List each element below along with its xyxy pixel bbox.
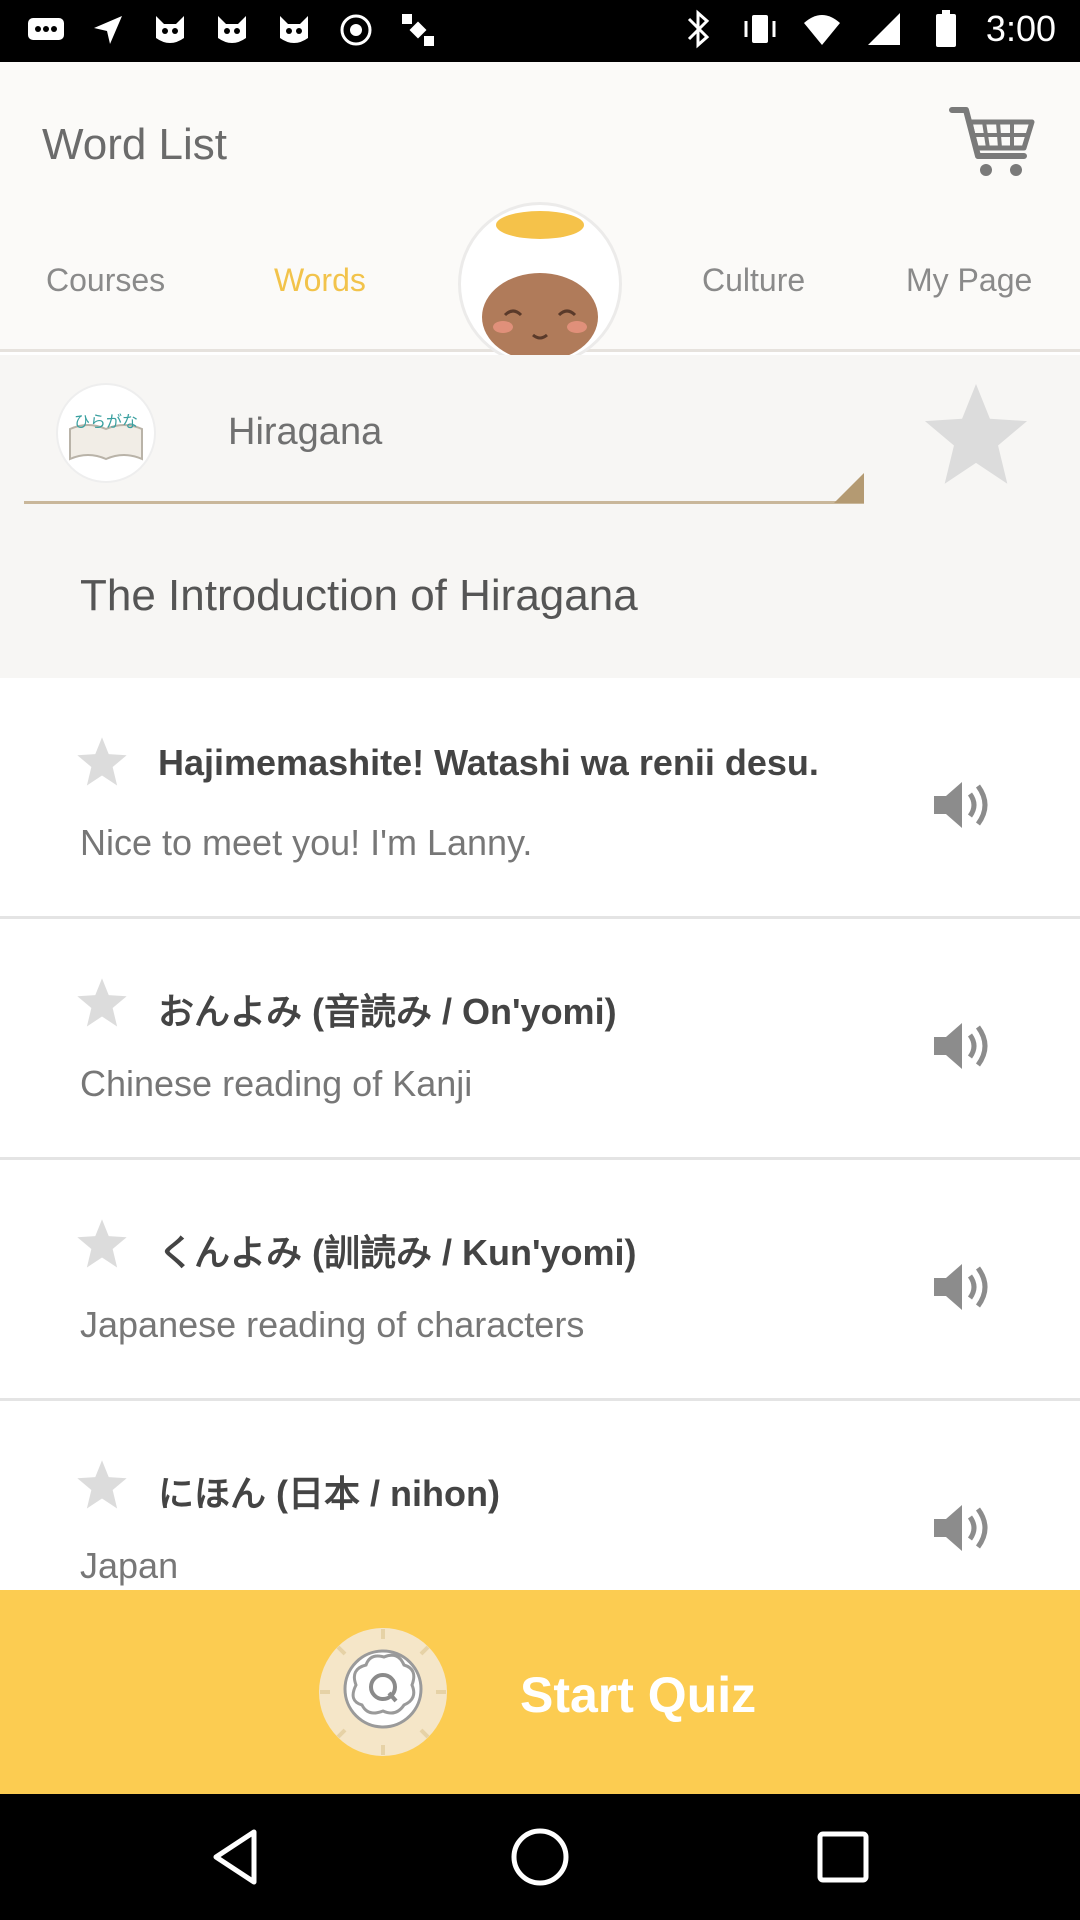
cart-button[interactable]	[948, 102, 1038, 182]
category-badge: ひらがな	[56, 383, 156, 483]
quiz-brain-icon	[316, 1625, 450, 1759]
category-select[interactable]: Hiragana	[228, 411, 382, 454]
status-bar: 3:00	[0, 0, 1080, 62]
status-left-icons	[24, 10, 440, 50]
cat-icon	[210, 10, 254, 50]
category-badge-text: ひらがな	[74, 412, 138, 431]
battery-icon	[924, 9, 968, 49]
star-icon	[924, 383, 1028, 484]
location-dot-icon	[334, 10, 378, 50]
star-icon[interactable]	[74, 1457, 130, 1513]
item-title: くんよみ (訓読み / Kun'yomi)	[158, 1232, 637, 1273]
page-title: Word List	[42, 120, 228, 169]
speaker-icon[interactable]	[928, 1252, 998, 1322]
status-time: 3:00	[985, 8, 1056, 49]
chat-icon	[24, 10, 68, 50]
vibrate-icon	[738, 9, 782, 49]
tab-my-page[interactable]: My Page	[906, 262, 1032, 299]
list-item[interactable]: Hajimemashite! Watashi wa renii desu. Ni…	[0, 678, 1080, 919]
dropdown-triangle-icon[interactable]	[834, 473, 864, 503]
home-icon[interactable]	[507, 1824, 573, 1890]
item-title: Hajimemashite! Watashi wa renii desu.	[158, 742, 819, 783]
tab-words[interactable]: Words	[274, 262, 366, 299]
speaker-icon[interactable]	[928, 1493, 998, 1563]
wifi-icon	[800, 9, 844, 49]
favorite-star-button[interactable]	[918, 377, 1034, 493]
signal-icon	[862, 9, 906, 49]
tab-courses[interactable]: Courses	[46, 262, 165, 299]
start-quiz-button[interactable]: Start Quiz	[0, 1590, 1080, 1794]
section-title: The Introduction of Hiragana	[80, 571, 638, 620]
app-header: Word List Courses Words Culture My Page	[0, 62, 1080, 366]
cat-icon	[148, 10, 192, 50]
list-item[interactable]: くんよみ (訓読み / Kun'yomi) Japanese reading o…	[0, 1160, 1080, 1401]
status-right-icons: 3:00	[676, 8, 1056, 50]
mascot-button[interactable]	[458, 202, 622, 366]
item-subtitle: Chinese reading of Kanji	[80, 1063, 473, 1104]
item-subtitle: Japan	[80, 1545, 179, 1586]
star-icon[interactable]	[74, 734, 130, 790]
recent-apps-icon[interactable]	[810, 1824, 876, 1890]
bluetooth-icon	[676, 9, 720, 49]
star-icon[interactable]	[74, 1216, 130, 1272]
word-list: Hajimemashite! Watashi wa renii desu. Ni…	[0, 678, 1080, 1642]
mascot-face-icon	[482, 211, 598, 361]
location-icon	[86, 10, 130, 50]
item-title: おんよみ (音読み / On'yomi)	[158, 991, 617, 1032]
cat-icon	[272, 10, 316, 50]
category-underline	[24, 501, 864, 504]
system-nav-bar	[0, 1794, 1080, 1920]
item-subtitle: Nice to meet you! I'm Lanny.	[80, 822, 533, 863]
back-icon[interactable]	[204, 1824, 270, 1890]
category-panel: ひらがな Hiragana The Introduction of Hiraga…	[0, 355, 1080, 678]
speaker-icon[interactable]	[928, 770, 998, 840]
start-quiz-label: Start Quiz	[520, 1667, 757, 1723]
list-item[interactable]: おんよみ (音読み / On'yomi) Chinese reading of …	[0, 919, 1080, 1160]
tab-culture[interactable]: Culture	[702, 262, 805, 299]
item-title: にほん (日本 / nihon)	[158, 1473, 500, 1514]
item-subtitle: Japanese reading of characters	[80, 1304, 585, 1345]
speaker-icon[interactable]	[928, 1011, 998, 1081]
star-icon[interactable]	[74, 975, 130, 1031]
satellite-icon	[396, 10, 440, 50]
cart-icon	[949, 107, 1035, 176]
